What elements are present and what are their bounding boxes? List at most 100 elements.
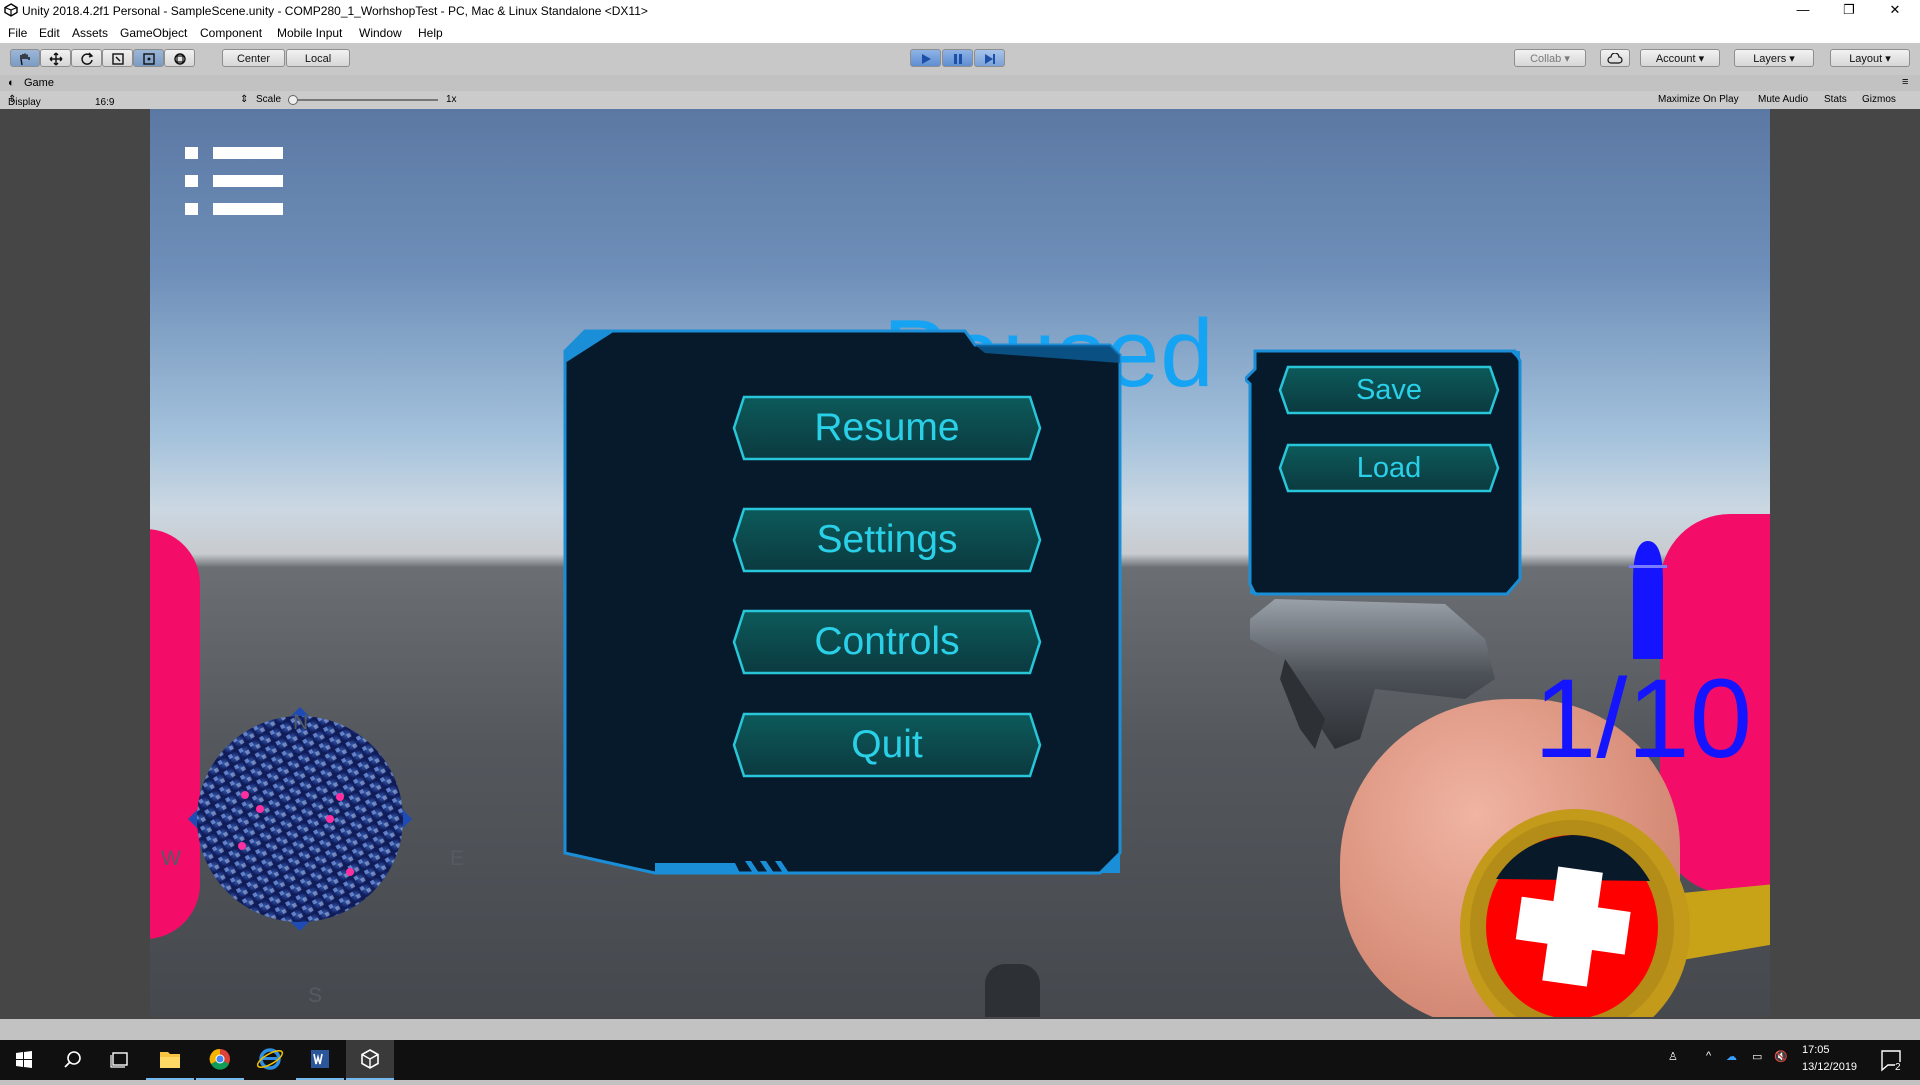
quit-button[interactable]: Quit [732, 712, 1042, 778]
move-arrows-icon [49, 52, 62, 66]
pivot-local-toggle[interactable]: Local [286, 49, 350, 67]
menu-component[interactable]: Component [200, 26, 262, 40]
pivot-center-toggle[interactable]: Center [222, 49, 285, 67]
game-view[interactable]: Paused Resume Settings Controls Quit Sav… [150, 109, 1770, 1017]
mute-audio-toggle[interactable]: Mute Audio [1758, 94, 1808, 105]
aspect-label: 16:9 [95, 97, 115, 108]
hand-tool-button[interactable] [10, 49, 40, 67]
display-dropdown[interactable]: Display 1 ⇕ [8, 94, 41, 119]
ammo-counter: 1/10 [1534, 656, 1752, 781]
search-button[interactable] [48, 1040, 96, 1080]
load-button[interactable]: Load [1278, 443, 1500, 493]
game-view-controlbar: Display 1 ⇕ 16:9 ⇕ Scale 1x Maximize On … [0, 91, 1920, 119]
collab-label: Collab [1530, 53, 1562, 65]
menu-gameobject[interactable]: GameObject [120, 26, 187, 40]
hand-icon [20, 53, 30, 66]
volume-muted-icon[interactable]: 🔇 [1774, 1050, 1788, 1063]
save-button[interactable]: Save [1278, 365, 1500, 415]
play-icon [921, 54, 931, 64]
layout-label: Layout [1849, 53, 1883, 65]
tab-menu-icon[interactable]: ≡ [1902, 76, 1908, 88]
hamburger-menu-icon-row3 [185, 203, 283, 215]
window-title: Unity 2018.4.2f1 Personal - SampleScene.… [22, 4, 648, 18]
layout-dropdown[interactable]: Layout ▾ [1830, 49, 1910, 67]
restore-button[interactable]: ❐ [1826, 0, 1872, 22]
windows-logo-icon [16, 1051, 32, 1068]
unity-taskbar-button[interactable] [346, 1040, 394, 1080]
rect-transform-icon [142, 53, 155, 65]
settings-button[interactable]: Settings [732, 507, 1042, 573]
stats-toggle[interactable]: Stats [1824, 94, 1847, 105]
edge-button[interactable] [246, 1040, 294, 1080]
compass-south: S [308, 984, 323, 1007]
move-tool-button[interactable] [40, 49, 71, 67]
step-button[interactable] [974, 49, 1005, 67]
quit-label: Quit [851, 723, 923, 766]
clock-time[interactable]: 17:05 [1802, 1044, 1830, 1056]
compass-west: W [161, 847, 181, 870]
editor-toolbar: Center Local Collab ▾ Account ▾ Layers ▾… [0, 43, 1920, 76]
close-button[interactable]: ✕ [1872, 0, 1918, 22]
minimap [180, 699, 420, 939]
aspect-arrow-icon: ⇕ [240, 94, 249, 105]
scale-tool-button[interactable] [102, 49, 133, 67]
start-button[interactable] [0, 1040, 48, 1080]
windows-taskbar: ♙ ^ ☁ ▭ 🔇 17:05 13/12/2019 2 [0, 1040, 1920, 1080]
menu-assets[interactable]: Assets [72, 26, 108, 40]
chrome-button[interactable] [196, 1040, 244, 1080]
menu-file[interactable]: File [8, 26, 27, 40]
pause-icon [953, 54, 962, 64]
rect-tool-button[interactable] [133, 49, 164, 67]
scale-slider-thumb[interactable] [288, 95, 298, 105]
menu-mobile-input[interactable]: Mobile Input [277, 26, 342, 40]
word-button[interactable] [296, 1040, 344, 1080]
layers-dropdown[interactable]: Layers ▾ [1734, 49, 1814, 67]
menu-help[interactable]: Help [418, 26, 443, 40]
collab-dropdown[interactable]: Collab ▾ [1514, 49, 1586, 67]
network-icon[interactable]: ▭ [1752, 1050, 1762, 1063]
minimize-button[interactable]: — [1780, 0, 1826, 22]
step-icon [984, 54, 995, 64]
task-view-icon [110, 1052, 128, 1068]
cloud-button[interactable] [1600, 49, 1630, 67]
account-dropdown[interactable]: Account ▾ [1640, 49, 1720, 67]
internet-explorer-icon [256, 1048, 284, 1070]
window-titlebar: Unity 2018.4.2f1 Personal - SampleScene.… [0, 0, 1920, 22]
resume-button[interactable]: Resume [732, 395, 1042, 461]
scale-value: 1x [446, 94, 457, 105]
scale-icon [111, 53, 124, 65]
cloud-icon [1607, 52, 1623, 64]
space-label: Local [304, 53, 332, 65]
bullet-icon [1629, 541, 1667, 659]
maximize-on-play-toggle[interactable]: Maximize On Play [1658, 94, 1739, 105]
menu-edit[interactable]: Edit [39, 26, 60, 40]
save-label: Save [1355, 374, 1423, 406]
controls-button[interactable]: Controls [732, 609, 1042, 675]
file-explorer-button[interactable] [146, 1040, 194, 1080]
compass-east: E [450, 847, 465, 870]
game-tab-label[interactable]: Game [24, 77, 54, 89]
people-icon[interactable]: ♙ [1668, 1050, 1678, 1063]
controls-label: Controls [814, 620, 960, 663]
menu-bar: File Edit Assets GameObject Component Mo… [0, 22, 1920, 43]
task-view-button[interactable] [96, 1040, 144, 1080]
folder-icon [160, 1052, 180, 1068]
settings-label: Settings [816, 518, 958, 561]
menu-window[interactable]: Window [359, 26, 402, 40]
hamburger-menu-icon[interactable] [185, 147, 285, 187]
gizmos-dropdown[interactable]: Gizmos [1862, 94, 1896, 105]
scale-slider-track[interactable] [288, 99, 438, 101]
play-button[interactable] [910, 49, 941, 67]
load-label: Load [1356, 452, 1422, 484]
account-label: Account [1655, 53, 1696, 65]
clock-date[interactable]: 13/12/2019 [1802, 1061, 1857, 1073]
show-hidden-icons-icon[interactable]: ^ [1706, 1050, 1711, 1062]
transform-tool-button[interactable] [164, 49, 195, 67]
unity-icon [361, 1049, 379, 1069]
action-center-button[interactable]: 2 [1868, 1040, 1914, 1080]
search-icon [64, 1051, 81, 1068]
rotate-tool-button[interactable] [71, 49, 102, 67]
pause-button[interactable] [942, 49, 973, 67]
chrome-icon [209, 1048, 230, 1070]
onedrive-icon[interactable]: ☁ [1726, 1050, 1737, 1063]
